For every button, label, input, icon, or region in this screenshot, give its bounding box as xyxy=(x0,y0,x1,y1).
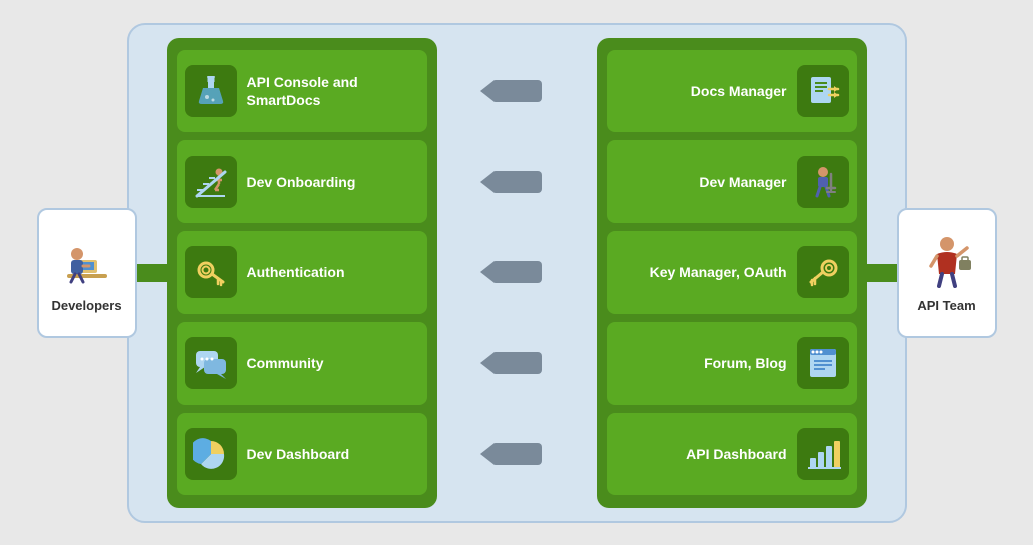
docs-manager-label: Docs Manager xyxy=(615,82,787,100)
key2-icon xyxy=(805,254,841,290)
flask-icon-box xyxy=(185,65,237,117)
developer-icon xyxy=(57,232,117,292)
arrow-left-1 xyxy=(492,80,542,102)
arrow-5 xyxy=(487,418,547,490)
piechart-icon xyxy=(193,436,229,472)
api-team-box: API Team xyxy=(897,208,997,338)
chat-icon-box xyxy=(185,337,237,389)
left-row-dev-onboarding: Dev Onboarding xyxy=(177,140,427,223)
community-label: Community xyxy=(247,354,419,372)
arrow-2 xyxy=(487,146,547,218)
left-row-api-console: API Console and SmartDocs xyxy=(177,50,427,133)
person-chair-icon-box xyxy=(797,156,849,208)
escalator-icon-box xyxy=(185,156,237,208)
forum-blog-label: Forum, Blog xyxy=(615,354,787,372)
right-row-api-dashboard: API Dashboard xyxy=(607,413,857,496)
left-panel: API Console and SmartDocs xyxy=(167,38,437,508)
flask-icon xyxy=(193,73,229,109)
left-row-dev-dashboard: Dev Dashboard xyxy=(177,413,427,496)
escalator-icon xyxy=(193,164,229,200)
arrow-left-3 xyxy=(492,261,542,283)
dev-dashboard-label: Dev Dashboard xyxy=(247,445,419,463)
arrow-3 xyxy=(487,236,547,308)
chat-icon xyxy=(193,345,229,381)
left-row-community: Community xyxy=(177,322,427,405)
right-panel: Docs Manager Dev Manager xyxy=(597,38,867,508)
key2-icon-box xyxy=(797,246,849,298)
dev-onboarding-label: Dev Onboarding xyxy=(247,173,419,191)
api-team-label: API Team xyxy=(917,298,975,313)
middle-col xyxy=(437,38,597,508)
diagram-container: Developers API Console and SmartDocs xyxy=(37,13,997,533)
right-row-key-manager: Key Manager, OAuth xyxy=(607,231,857,314)
arrow-1 xyxy=(487,55,547,127)
right-row-forum-blog: Forum, Blog xyxy=(607,322,857,405)
doc-list-icon xyxy=(805,345,841,381)
key-icon xyxy=(193,254,229,290)
arrow-4 xyxy=(487,327,547,399)
piechart-icon-box xyxy=(185,428,237,480)
barchart-icon-box xyxy=(797,428,849,480)
right-row-dev-manager: Dev Manager xyxy=(607,140,857,223)
key-manager-label: Key Manager, OAuth xyxy=(615,263,787,281)
arrow-left-4 xyxy=(492,352,542,374)
authentication-label: Authentication xyxy=(247,263,419,281)
api-dashboard-label: API Dashboard xyxy=(615,445,787,463)
document-icon-box xyxy=(797,65,849,117)
api-team-icon xyxy=(917,232,977,292)
document-icon xyxy=(805,73,841,109)
key-icon-box xyxy=(185,246,237,298)
person-chair-icon xyxy=(805,164,841,200)
barchart-icon xyxy=(805,436,841,472)
developers-box: Developers xyxy=(37,208,137,338)
right-row-docs-manager: Docs Manager xyxy=(607,50,857,133)
arrow-left-2 xyxy=(492,171,542,193)
developers-label: Developers xyxy=(51,298,121,313)
api-console-label: API Console and SmartDocs xyxy=(247,73,419,109)
arrow-left-5 xyxy=(492,443,542,465)
dev-manager-label: Dev Manager xyxy=(615,173,787,191)
left-row-authentication: Authentication xyxy=(177,231,427,314)
doc-list-icon-box xyxy=(797,337,849,389)
